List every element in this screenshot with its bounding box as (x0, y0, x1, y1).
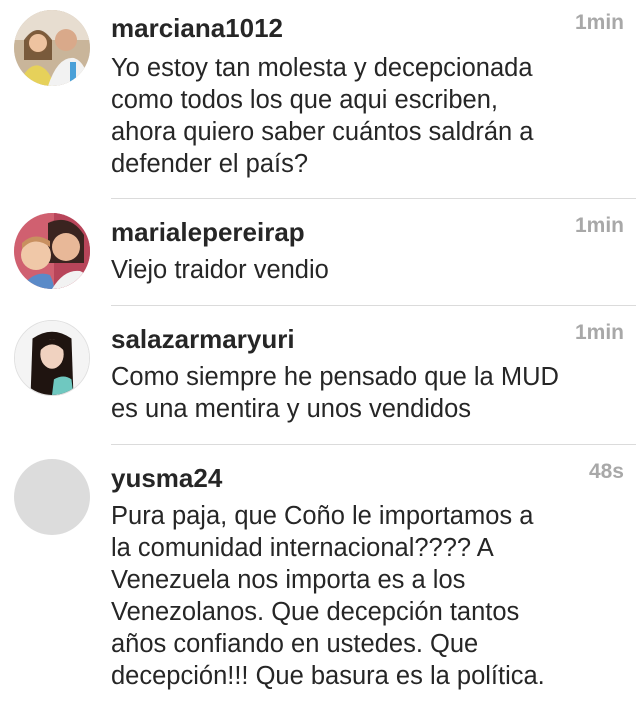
comment-text-line: decepción!!! Que basura es la política. (111, 662, 545, 690)
comment-text-line: ahora quiero saber cuántos saldrán a (111, 118, 534, 146)
avatar[interactable] (14, 320, 90, 396)
comment-text: Yo estoy tan molesta y decepcionada como… (111, 52, 626, 180)
comment-username[interactable]: marciana1012 (111, 13, 283, 43)
avatar[interactable] (14, 10, 90, 86)
comment-text-line: Yo estoy tan molesta y decepcionada (111, 54, 533, 82)
comment-item: marciana1012 1min Yo estoy tan molesta y… (0, 0, 636, 198)
comment-text-line: como todos los que aqui escriben, (111, 86, 498, 114)
comment-text-line: Como siempre he pensado que la MUD (111, 363, 559, 391)
comment-text: Viejo traidor vendio (111, 254, 626, 286)
comment-text-line: Pura paja, que Coño le importamos a (111, 502, 534, 530)
comment-timestamp: 1min (574, 214, 624, 237)
comment-text-line: defender el país? (111, 150, 309, 178)
comment-text-line: Venezolanos. Que decepción tantos (111, 598, 520, 626)
comment-username[interactable]: yusma24 (111, 463, 222, 493)
comment-text-line: años confiando en ustedes. Que (111, 630, 479, 658)
comment-username[interactable]: marialepereirap (111, 217, 305, 247)
comment-text-line: Viejo traidor vendio (111, 256, 329, 284)
comment-item: marialepereirap 1min Viejo traidor vendi… (0, 199, 636, 305)
avatar[interactable] (14, 213, 90, 289)
comment-text: Pura paja, que Coño le importamos a la c… (111, 500, 626, 692)
comment-timestamp: 48s (588, 460, 624, 483)
comment-item: yusma24 48s Pura paja, que Coño le impor… (0, 445, 636, 710)
comment-text-line: Venezuela nos importa es a los (111, 566, 466, 594)
comment-item: salazarmaryuri 1min Como siempre he pens… (0, 306, 636, 444)
comment-timestamp: 1min (574, 11, 624, 34)
comment-text-line: la comunidad internacional???? A (111, 534, 494, 562)
avatar-photo (15, 321, 89, 395)
avatar-placeholder[interactable] (14, 459, 90, 535)
avatar-photo (14, 213, 90, 289)
comment-username[interactable]: salazarmaryuri (111, 324, 295, 354)
comment-text-line: es una mentira y unos vendidos (111, 395, 472, 423)
comment-timestamp: 1min (574, 321, 624, 344)
avatar-photo (14, 10, 90, 86)
comment-text: Como siempre he pensado que la MUD es un… (111, 361, 626, 425)
